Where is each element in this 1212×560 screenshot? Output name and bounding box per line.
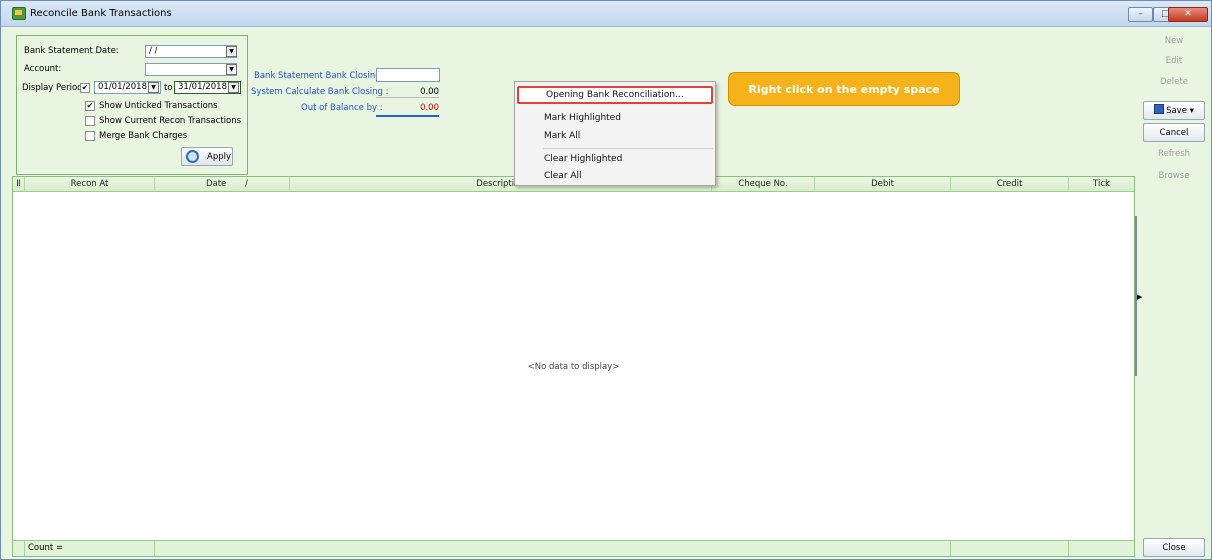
empty-grid-message: <No data to display> bbox=[527, 362, 620, 372]
delete-button[interactable]: Delete bbox=[1143, 72, 1205, 91]
merge-bank-charges-checkbox[interactable] bbox=[85, 131, 95, 141]
system-closing-label: System Calculate Bank Closing : bbox=[251, 87, 389, 97]
title-bar: Reconcile Bank Transactions – □ ✕ bbox=[1, 1, 1211, 27]
footer-credit-total bbox=[951, 541, 1069, 556]
show-current-recon-label: Show Current Recon Transactions bbox=[99, 116, 242, 126]
search-icon bbox=[186, 150, 199, 163]
menu-item-clear-all[interactable]: Clear All bbox=[517, 167, 713, 185]
sort-indicator: / bbox=[245, 179, 248, 189]
account-field[interactable] bbox=[145, 63, 237, 76]
context-menu: Opening Bank Reconciliation... Mark High… bbox=[514, 81, 716, 186]
col-debit[interactable]: Debit bbox=[815, 177, 951, 191]
grid-footer: Count = bbox=[13, 540, 1134, 556]
col-date-label: Date bbox=[206, 179, 227, 189]
menu-item-clear-highlighted[interactable]: Clear Highlighted bbox=[517, 150, 713, 168]
statement-date-field[interactable]: / / bbox=[145, 45, 237, 58]
col-recon-at[interactable]: Recon At bbox=[25, 177, 155, 191]
app-icon bbox=[12, 7, 26, 20]
period-to-dropdown-icon[interactable]: ▼ bbox=[228, 82, 239, 93]
system-closing-value: 0.00 bbox=[376, 87, 439, 98]
reconcile-window: Reconcile Bank Transactions – □ ✕ Bank S… bbox=[0, 0, 1212, 560]
apply-button[interactable]: Apply bbox=[181, 147, 233, 166]
instruction-callout: Right click on the empty space bbox=[728, 72, 960, 106]
close-window-button[interactable]: ✕ bbox=[1168, 7, 1208, 22]
statement-date-label: Bank Statement Date: bbox=[24, 46, 119, 56]
save-button[interactable]: Save ▾ bbox=[1143, 101, 1205, 120]
col-date[interactable]: Date / bbox=[155, 177, 290, 191]
col-cheque-no[interactable]: Cheque No. bbox=[712, 177, 815, 191]
show-unticked-label: Show Unticked Transactions bbox=[99, 101, 218, 111]
merge-bank-charges-label: Merge Bank Charges bbox=[99, 131, 188, 141]
show-current-recon-checkbox[interactable] bbox=[85, 116, 95, 126]
period-from-dropdown-icon[interactable]: ▼ bbox=[148, 82, 159, 93]
apply-label: Apply bbox=[207, 152, 231, 162]
refresh-button[interactable]: Refresh bbox=[1143, 144, 1205, 163]
menu-item-opening-bank-reconciliation[interactable]: Opening Bank Reconciliation... bbox=[517, 86, 713, 104]
statement-date-dropdown-icon[interactable]: ▼ bbox=[226, 46, 237, 57]
out-of-balance-value: 0.00 bbox=[376, 103, 439, 117]
account-dropdown-icon[interactable]: ▼ bbox=[226, 64, 237, 75]
save-label: Save bbox=[1166, 106, 1187, 116]
menu-item-mark-all[interactable]: Mark All bbox=[517, 127, 713, 145]
floppy-icon bbox=[1154, 104, 1165, 114]
menu-item-mark-highlighted[interactable]: Mark Highlighted bbox=[517, 109, 713, 127]
edit-button[interactable]: Edit bbox=[1143, 51, 1205, 70]
footer-count: Count = bbox=[25, 541, 155, 556]
col-credit[interactable]: Credit bbox=[951, 177, 1069, 191]
chevron-right-icon[interactable]: ▶ bbox=[1137, 293, 1142, 301]
browse-button[interactable]: Browse bbox=[1143, 166, 1205, 185]
row-indicator-icon[interactable]: Ⅱ bbox=[13, 177, 25, 191]
display-period-checkbox[interactable]: ✔ bbox=[80, 83, 90, 93]
account-label: Account: bbox=[24, 64, 62, 74]
bank-closing-label: Bank Statement Bank Closing : bbox=[254, 71, 387, 81]
minimize-button[interactable]: – bbox=[1128, 7, 1153, 22]
cancel-button[interactable]: Cancel bbox=[1143, 123, 1205, 142]
bank-closing-field[interactable] bbox=[376, 68, 440, 82]
window-title: Reconcile Bank Transactions bbox=[30, 8, 172, 19]
footer-debit-total bbox=[815, 541, 951, 556]
col-tick[interactable]: Tick bbox=[1069, 177, 1134, 191]
display-period-label: Display Period bbox=[22, 83, 83, 93]
to-label: to bbox=[164, 83, 173, 93]
show-unticked-checkbox[interactable]: ✔ bbox=[85, 101, 95, 111]
footer-indicator bbox=[13, 541, 25, 556]
menu-separator bbox=[543, 148, 713, 149]
transactions-grid[interactable]: Ⅱ Recon At Date / Description Cheque No. … bbox=[12, 176, 1135, 557]
new-button[interactable]: New bbox=[1143, 31, 1205, 50]
close-button[interactable]: Close bbox=[1143, 538, 1205, 557]
out-of-balance-label: Out of Balance by : bbox=[301, 103, 383, 113]
